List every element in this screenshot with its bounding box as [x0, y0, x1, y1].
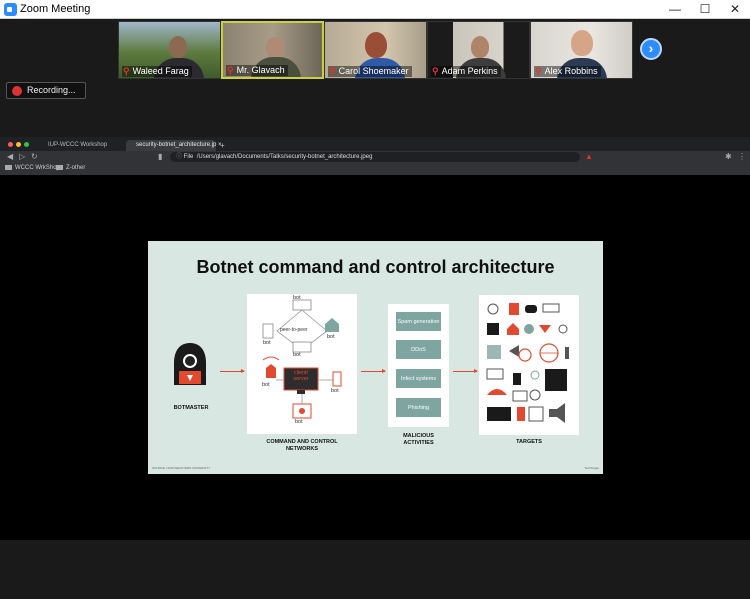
participant-tile[interactable]: ⚲ Alex Robbins	[530, 21, 633, 79]
bot-label: bot	[263, 340, 271, 346]
url-text: /Users/glavach/Documents/Talks/security-…	[196, 154, 373, 160]
window-title: Zoom Meeting	[20, 3, 91, 15]
bookmark-icon[interactable]: ▮	[158, 152, 162, 161]
techtarget-logo: TechTarget	[584, 466, 599, 470]
bot-label: bot	[327, 334, 335, 340]
activity-spam: Spam generation	[396, 312, 441, 331]
botnet-diagram-image: Botnet command and control architecture …	[148, 241, 603, 474]
person-head	[571, 30, 593, 56]
new-tab-button[interactable]: +	[216, 140, 225, 151]
botmaster-label: BOTMASTER	[173, 405, 209, 411]
address-bar[interactable]: ⓘ File /Users/glavach/Documents/Talks/se…	[170, 152, 580, 162]
client-server-label: client/server	[293, 370, 309, 382]
activity-phishing: Phishing	[396, 398, 441, 417]
next-participants-button[interactable]: ›	[640, 38, 662, 60]
minimize-button[interactable]: —	[660, 0, 690, 19]
slide-title: Botnet command and control architecture	[196, 257, 555, 277]
minimize-dot-icon[interactable]	[16, 142, 21, 147]
window-titlebar: Zoom Meeting — ☐ ✕	[0, 0, 750, 19]
participant-name-label: ⚲ Adam Perkins	[431, 66, 501, 77]
target-devices-icons	[486, 303, 569, 423]
folder-icon	[56, 165, 63, 170]
browser-tab-active[interactable]: security-botnet_architecture.jp ×	[126, 140, 222, 151]
bookmarks-bar	[0, 164, 750, 175]
source-footnote: SOURCE: NORTHEASTERN UNIVERSITY	[152, 466, 211, 470]
bot-label: bot	[331, 388, 339, 394]
info-icon: ⓘ	[176, 154, 184, 160]
participant-tile-active-speaker[interactable]: ⚲ Mr. Glavach	[221, 21, 324, 79]
reload-icon[interactable]: ↻	[31, 152, 38, 161]
browser-tab[interactable]: IUP-WCCC Workshop	[38, 140, 122, 151]
network-diagram	[262, 299, 342, 419]
muted-mic-icon: ⚲	[329, 66, 336, 76]
cc-networks-panel: bot peer-to-peer bot bot bot client/serv…	[247, 294, 357, 434]
zoom-dot-icon[interactable]	[24, 142, 29, 147]
folder-icon	[5, 165, 12, 170]
close-dot-icon[interactable]	[8, 142, 13, 147]
recording-indicator[interactable]: Recording...	[6, 82, 86, 99]
participant-strip: ⚲ Waleed Farag ⚲ Mr. Glavach ⚲ Carol Shoema…	[0, 19, 750, 137]
menu-kebab-icon[interactable]: ⋮	[738, 152, 746, 161]
malicious-activities-panel: Spam generation DDoS Infect systems Phis…	[388, 304, 449, 427]
hacker-icon	[174, 343, 206, 385]
zoom-app-icon	[4, 3, 17, 16]
url-scheme-label: File	[183, 154, 194, 160]
activity-ddos: DDoS	[396, 340, 441, 359]
arrow	[453, 369, 478, 373]
peer-to-peer-label: peer-to-peer	[280, 327, 308, 333]
targets-label: TARGETS	[516, 439, 542, 445]
arrow	[220, 369, 245, 373]
person-head	[471, 36, 489, 58]
zoom-bottom-area	[0, 540, 750, 599]
participant-name-label: ⚲ Mr. Glavach	[226, 65, 288, 76]
bookmark-folder[interactable]: Z-other	[56, 165, 85, 171]
cc-networks-label: COMMAND AND CONTROL NETWORKS	[266, 439, 338, 452]
muted-mic-icon: ⚲	[227, 65, 234, 75]
person-head	[266, 37, 284, 59]
participant-tile[interactable]: ⚲ Carol Shoemaker	[324, 21, 427, 79]
close-button[interactable]: ✕	[720, 0, 750, 19]
bot-label: bot	[293, 352, 301, 358]
malicious-activities-label: MALICIOUS ACTIVITIES	[403, 433, 434, 446]
maximize-button[interactable]: ☐	[690, 0, 720, 19]
participant-name-label: ⚲ Carol Shoemaker	[328, 66, 412, 77]
participant-name-label: ⚲ Alex Robbins	[534, 66, 601, 77]
person-head	[365, 32, 387, 58]
muted-mic-icon: ⚲	[432, 66, 439, 76]
extension-icon[interactable]: ▲	[585, 152, 593, 161]
muted-mic-icon: ⚲	[535, 66, 542, 76]
person-head	[169, 36, 187, 58]
record-icon	[12, 86, 22, 96]
bot-label: bot	[293, 295, 301, 301]
forward-icon[interactable]: ▷	[19, 152, 25, 161]
participant-name-label: ⚲ Waleed Farag	[122, 66, 192, 77]
back-icon[interactable]: ◀	[7, 152, 13, 161]
targets-panel	[479, 295, 579, 435]
activity-infect: Infect systems	[396, 369, 441, 388]
recording-label: Recording...	[27, 85, 76, 95]
extensions-puzzle-icon[interactable]: ✱	[725, 152, 732, 161]
participant-tile[interactable]: ⚲ Adam Perkins	[427, 21, 530, 79]
bot-label: bot	[295, 419, 303, 425]
bookmark-folder[interactable]: WCCC WrkShop	[5, 165, 60, 171]
bot-label: bot	[262, 382, 270, 388]
participant-tile[interactable]: ⚲ Waleed Farag	[118, 21, 221, 79]
arrow	[361, 369, 386, 373]
muted-mic-icon: ⚲	[123, 66, 130, 76]
